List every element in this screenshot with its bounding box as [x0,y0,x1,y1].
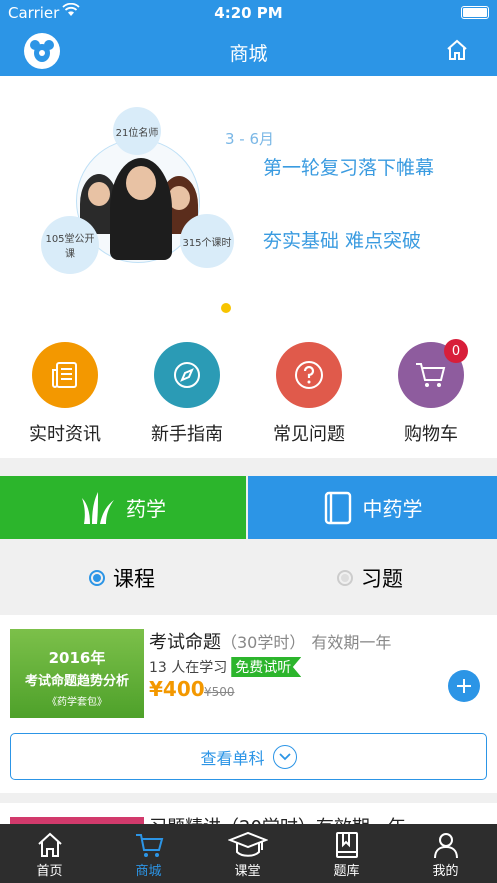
page-title: 商城 [229,43,268,65]
tabbar-item-me[interactable]: 我的 [396,830,495,879]
tab-label: 中药学 [362,497,423,521]
tabbar-item-question-bank[interactable]: 题库 [297,830,396,879]
person-icon [396,830,495,860]
tab-label: 药学 [126,497,166,521]
quick-link-label: 购物车 [404,424,458,445]
home-icon [0,830,99,860]
subtab-label: 课程 [113,567,155,591]
tabbar-label: 首页 [36,864,63,879]
quick-link-label: 实时资讯 [29,424,101,445]
book-icon [297,830,396,860]
thumb-year: 2016年 [48,649,106,667]
course-price: ¥400 [149,677,205,701]
teacher-photo [110,158,172,260]
tabbar-item-mall[interactable]: 商城 [99,830,198,879]
nav-bar: 商城 [0,26,497,76]
banner-date: 3 - 6月 [225,130,275,148]
promo-banner[interactable]: 21位名师 105堂公开课 315个课时 3 - 6月 第一轮复习落下帷幕 夯实… [0,76,497,324]
status-bar: Carrier 4:20 PM [0,0,497,26]
subtab-courses[interactable]: 课程 [89,563,155,593]
tabbar-label: 商城 [135,864,162,879]
quick-link-news[interactable]: 实时资讯 [10,342,120,446]
thumb-title: 考试命题趋势分析 [24,674,129,689]
bubble-public-classes: 105堂公开课 [41,216,99,274]
grass-icon [80,490,116,526]
plus-icon [457,679,471,693]
course-title: 考试命题 [149,632,221,653]
quick-link-label: 常见问题 [273,424,345,445]
tab-chinese-pharmacy[interactable]: 中药学 [248,476,497,539]
tabbar-label: 题库 [333,864,360,879]
subtab-exercises[interactable]: 习题 [337,563,403,593]
add-to-cart-button[interactable] [448,670,480,702]
category-tabs: 药学 中药学 [0,476,497,548]
course-validity: 有效期一年 [311,633,392,652]
free-trial-tag[interactable]: 免费试听 [231,657,302,677]
view-button-label: 查看单科 [200,748,265,768]
cart-icon: 0 [398,339,468,408]
radio-selected-icon [89,570,105,586]
course-learners-line: 13 人在学习 免费试听 [149,657,302,677]
bottom-tab-bar: 首页 商城 课堂 题库 我的 [0,824,497,883]
tab-pharmacy[interactable]: 药学 [0,476,246,539]
subtab-label: 习题 [361,567,403,591]
radio-unselected-icon [337,570,353,586]
thumb-subtitle: 《药学套包》 [47,697,107,708]
banner-headline: 第一轮复习落下帷幕 [263,157,435,179]
book-icon [323,491,353,525]
tabbar-item-classroom[interactable]: 课堂 [198,830,297,879]
quick-link-faq[interactable]: 常见问题 [254,342,364,446]
course-hours: （30学时） [221,633,306,652]
compass-icon [154,342,220,408]
tabbar-label: 我的 [432,864,459,879]
newspaper-icon [32,342,98,408]
quick-link-guide[interactable]: 新手指南 [132,342,242,446]
chevron-down-icon [272,744,297,769]
course-title-line: 考试命题（30学时） 有效期一年 [149,628,391,654]
quick-links: 实时资讯 新手指南 常见问题 0 购物车 [0,324,497,458]
tabbar-label: 课堂 [234,864,261,879]
cart-icon [99,830,198,860]
course-old-price: ¥500 [204,685,235,699]
bubble-hours: 315个课时 [180,214,234,268]
graduation-cap-icon [198,830,297,860]
course-thumbnail[interactable]: 2016年 考试命题趋势分析 《药学套包》 [10,629,144,718]
banner-subheadline: 夯实基础 难点突破 [263,230,422,252]
bubble-teachers: 21位名师 [113,107,161,155]
cart-badge: 0 [444,339,468,363]
course-card[interactable]: 2016年 考试命题趋势分析 《药学套包》 考试命题（30学时） 有效期一年 13… [0,615,497,793]
view-single-subject-button[interactable]: 查看单科 [10,733,487,780]
battery-icon [461,6,489,19]
page-indicator-dot[interactable] [221,303,231,313]
quick-link-cart[interactable]: 0 购物车 [376,339,486,446]
sub-tabs: 课程 习题 [0,539,497,615]
question-icon [276,342,342,408]
tabbar-item-home[interactable]: 首页 [0,830,99,879]
home-icon[interactable] [445,38,469,66]
learner-count: 13 人在学习 [149,660,228,676]
clock: 4:20 PM [214,4,283,22]
quick-link-label: 新手指南 [151,424,223,445]
